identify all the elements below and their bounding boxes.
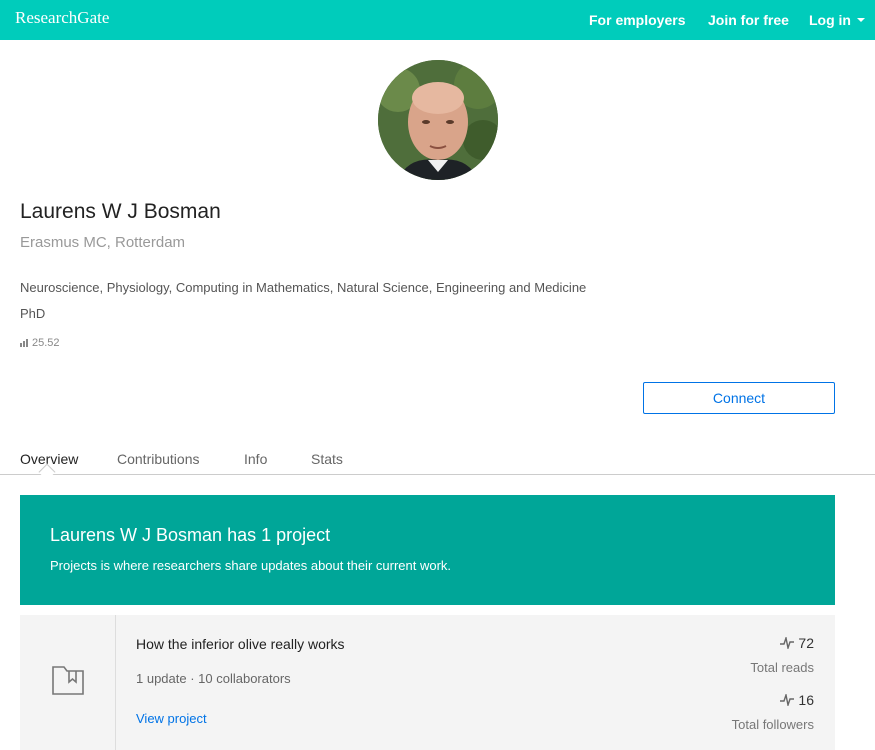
connect-button[interactable]: Connect [643,382,835,414]
tab-stats[interactable]: Stats [311,451,343,467]
project-card: How the inferior olive really works 1 up… [20,615,835,750]
activity-icon [780,637,795,649]
project-icon-column [20,615,116,750]
rg-score-value: 25.52 [32,337,60,349]
researchgate-logo[interactable]: ResearchGate [15,8,109,28]
view-project-link[interactable]: View project [136,711,207,726]
total-followers-value: 16 [798,692,814,708]
profile-tabs: Overview Contributions Info Stats [0,451,875,475]
log-in-link[interactable]: Log in [809,12,851,28]
bar-chart-icon [20,339,29,347]
project-meta: 1 update · 10 collaborators [136,671,291,686]
project-folder-icon [52,666,84,695]
total-reads-label: Total reads [750,660,814,675]
profile-name: Laurens W J Bosman [20,200,221,223]
join-for-free-link[interactable]: Join for free [708,12,789,28]
profile-disciplines: Neuroscience, Physiology, Computing in M… [20,280,587,295]
profile-avatar[interactable] [378,60,498,180]
total-reads-stat: 72 [780,635,814,651]
chevron-down-icon[interactable] [857,18,865,22]
projects-banner: Laurens W J Bosman has 1 project Project… [20,495,835,605]
tab-contributions[interactable]: Contributions [117,451,200,467]
activity-icon [780,694,795,706]
project-title[interactable]: How the inferior olive really works [136,636,345,652]
rg-score[interactable]: 25.52 [20,337,60,349]
tab-overview[interactable]: Overview [20,451,78,467]
total-followers-stat: 16 [780,692,814,708]
tab-info[interactable]: Info [244,451,267,467]
for-employers-link[interactable]: For employers [589,12,685,28]
top-navigation-bar: ResearchGate For employers Join for free… [0,0,875,40]
profile-degree: PhD [20,306,46,321]
profile-institution[interactable]: Erasmus MC, Rotterdam [20,234,185,251]
total-reads-value: 72 [798,635,814,651]
banner-title: Laurens W J Bosman has 1 project [50,525,331,545]
total-followers-label: Total followers [731,717,814,732]
banner-subtitle: Projects is where researchers share upda… [50,558,452,573]
